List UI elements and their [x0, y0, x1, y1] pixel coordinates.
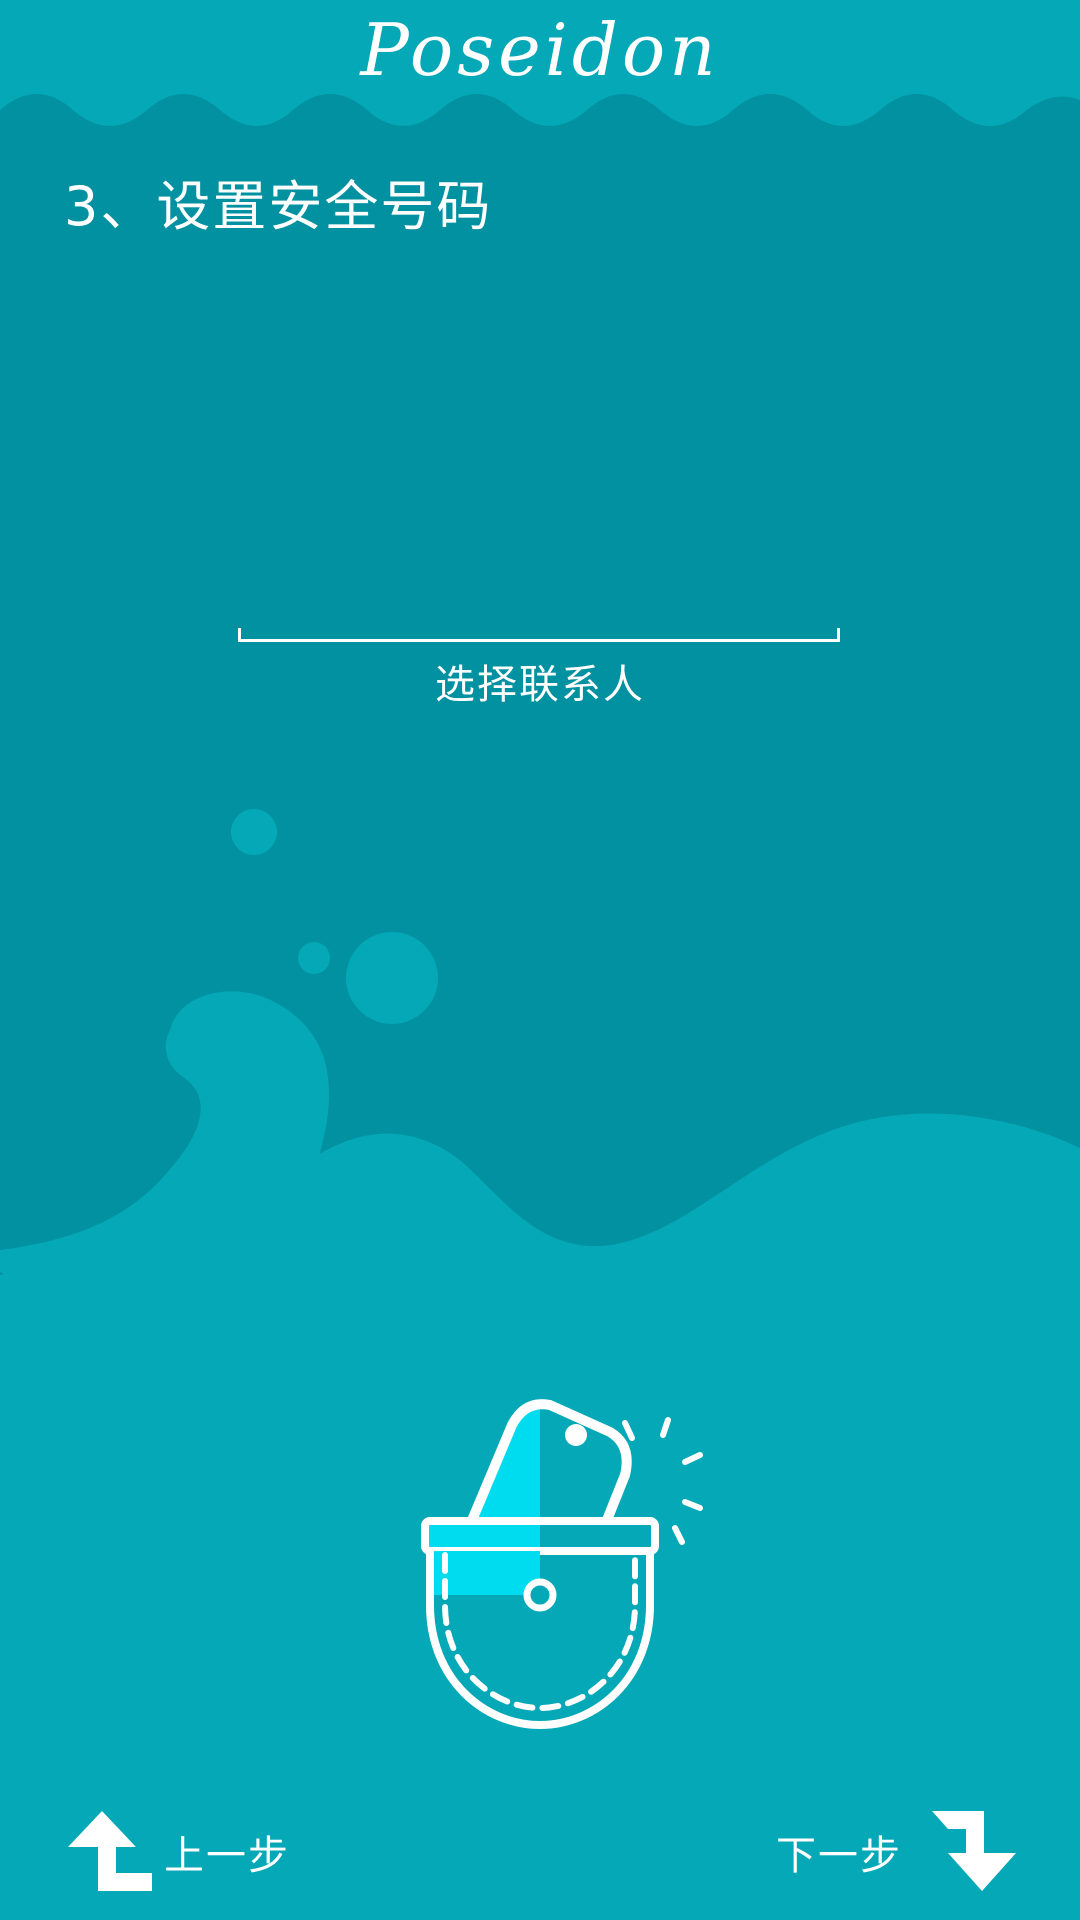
- next-step-label: 下一步: [776, 1833, 902, 1879]
- page-title: 3、设置安全号码: [64, 175, 493, 238]
- safety-number-field[interactable]: [238, 628, 840, 642]
- previous-step-label: 上一步: [164, 1833, 290, 1879]
- arrow-up-left-icon: [68, 1811, 152, 1891]
- phone-in-pocket-icon: [421, 1399, 703, 1730]
- app-title: Poseidon: [360, 8, 720, 92]
- next-step-button[interactable]: 下一步: [776, 1810, 1016, 1894]
- arrow-down-right-icon: [932, 1811, 1016, 1891]
- previous-step-button[interactable]: 上一步: [68, 1810, 290, 1894]
- select-contact-button[interactable]: 选择联系人: [340, 652, 740, 710]
